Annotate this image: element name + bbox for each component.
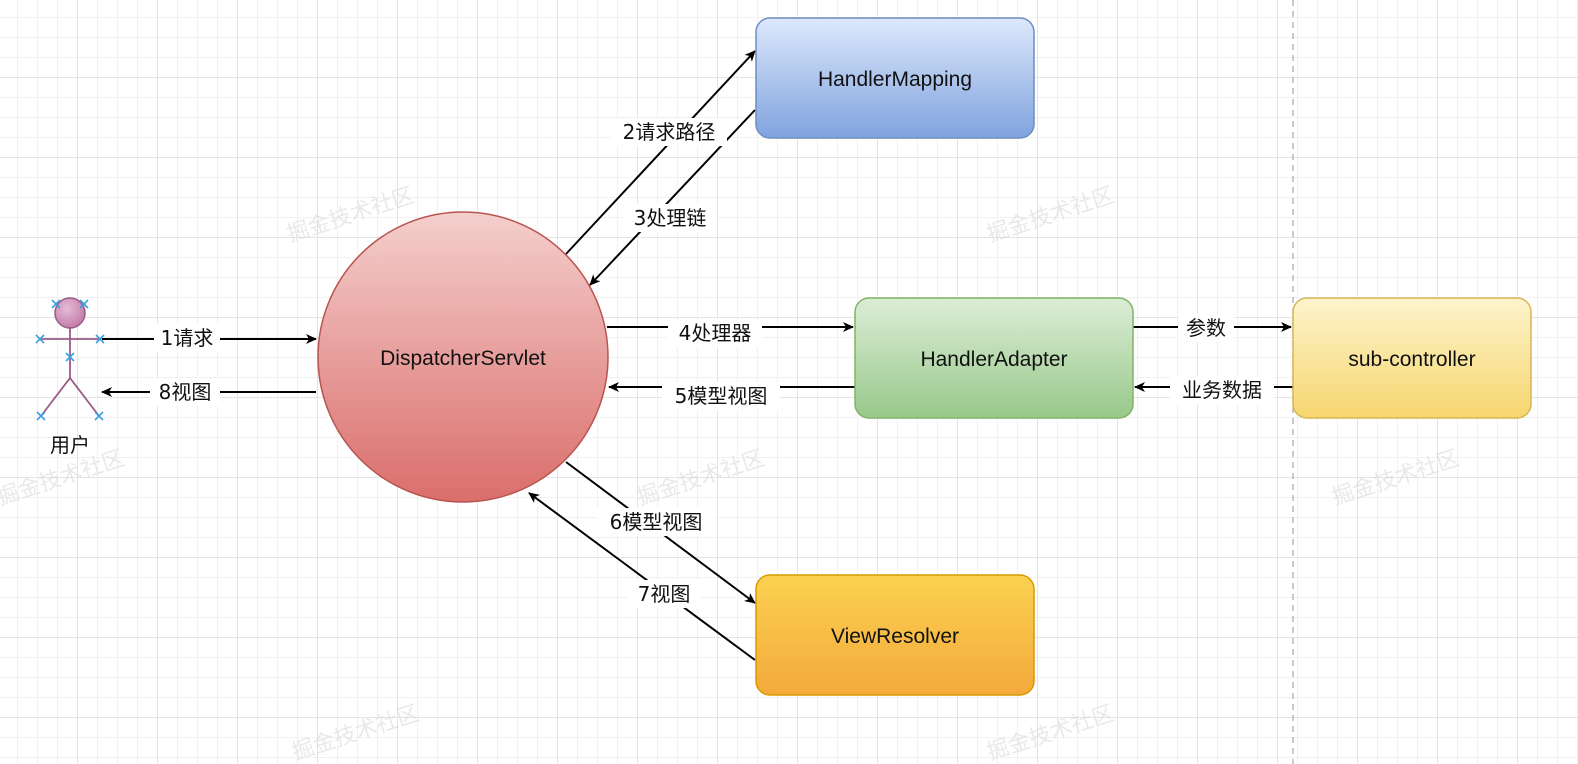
node-handler-adapter[interactable]: HandlerAdapter [854,297,1134,419]
handler-adapter-label: HandlerAdapter [920,348,1067,371]
sub-controller-label: sub-controller [1348,348,1475,371]
dispatcher-servlet-label: DispatcherServlet [380,347,546,370]
view-resolver-label: ViewResolver [831,625,959,648]
svg-text:掘金技术社区: 掘金技术社区 [984,701,1117,764]
node-view-resolver[interactable]: ViewResolver [755,574,1035,696]
svg-text:掘金技术社区: 掘金技术社区 [634,446,767,511]
edge-label-6: 6模型视图 [610,510,703,534]
watermark: 掘金技术社区 掘金技术社区 掘金技术社区 掘金技术社区 掘金技术社区 掘金技术社… [0,183,1462,764]
svg-text:掘金技术社区: 掘金技术社区 [984,183,1117,248]
actor-label: 用户 [50,433,90,457]
svg-text:掘金技术社区: 掘金技术社区 [1329,446,1462,511]
edge-label-7: 7视图 [638,582,691,606]
node-sub-controller[interactable]: sub-controller [1292,297,1532,419]
edge-label-5: 5模型视图 [675,384,768,408]
edge-label-1: 1请求 [161,326,214,350]
edge-label-3: 3处理链 [634,206,707,230]
node-handler-mapping[interactable]: HandlerMapping [755,17,1035,139]
handler-mapping-label: HandlerMapping [818,68,972,91]
actor-head [54,297,86,329]
diagram-canvas: 掘金技术社区 掘金技术社区 掘金技术社区 掘金技术社区 掘金技术社区 掘金技术社… [0,0,1532,764]
edge-label-8: 8视图 [159,380,212,404]
edge-label-4: 4处理器 [679,321,752,345]
node-dispatcher-servlet[interactable]: DispatcherServlet [317,211,609,503]
edge-label-params: 参数 [1186,316,1226,340]
user-actor[interactable]: 用户 [35,297,105,457]
edge-label-2: 2请求路径 [623,120,716,144]
edge-label-business-data: 业务数据 [1182,378,1262,402]
svg-text:掘金技术社区: 掘金技术社区 [289,701,422,764]
